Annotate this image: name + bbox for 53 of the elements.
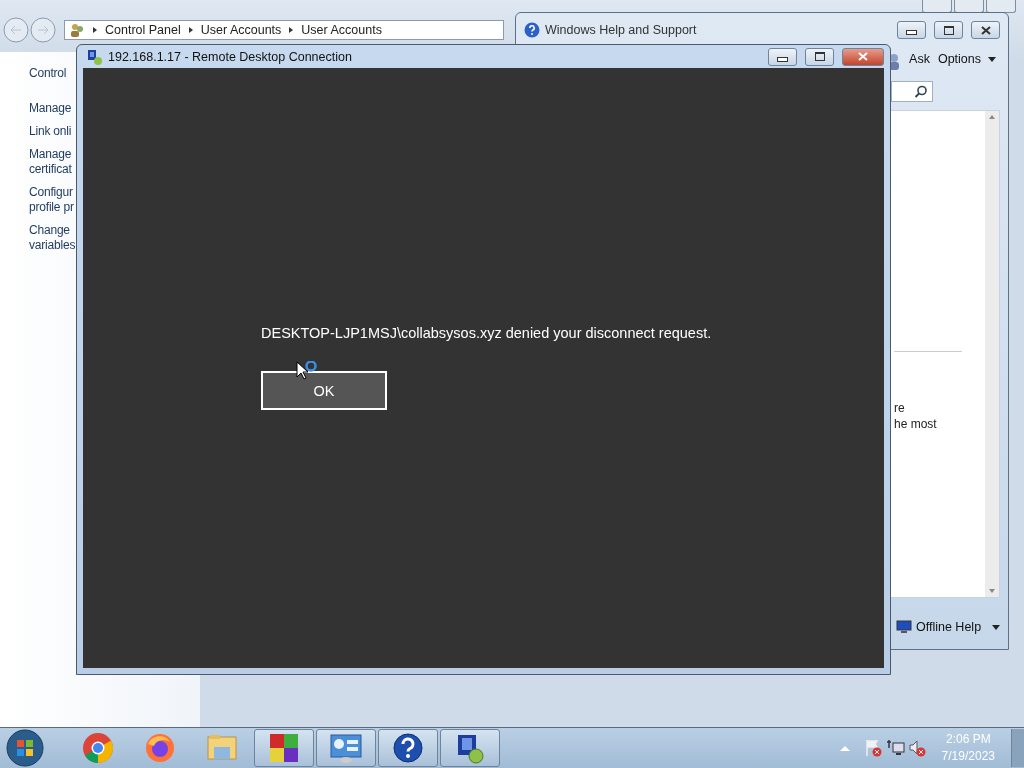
task-link[interactable]: Link onli — [29, 124, 72, 139]
search-field[interactable] — [891, 81, 933, 102]
taskbar-app-button[interactable] — [254, 729, 314, 767]
breadcrumb-link[interactable]: User Accounts — [301, 23, 382, 37]
breadcrumb-arrow-icon — [188, 27, 193, 33]
window-title: 192.168.1.17 - Remote Desktop Connection — [108, 49, 352, 64]
help-text: re — [894, 400, 906, 416]
users-icon — [69, 22, 85, 38]
monitor-icon — [896, 620, 912, 634]
minimize-button[interactable] — [897, 21, 926, 39]
options-menu[interactable]: Options — [937, 52, 996, 66]
help-icon — [392, 732, 424, 764]
help-text: he most — [894, 416, 938, 432]
tiles-icon — [268, 732, 300, 764]
maximize-button[interactable] — [934, 21, 963, 39]
breadcrumb-arrow-icon — [289, 27, 294, 33]
help-icon — [524, 22, 540, 38]
message-text: DESKTOP-LJP1MSJ\collabsysos.xyz denied your disconnect request. — [261, 325, 713, 341]
taskbar-app-button[interactable] — [440, 729, 500, 767]
search-icon — [914, 84, 928, 99]
taskbar-app-button[interactable] — [316, 729, 376, 767]
task-link[interactable]: Change variables — [29, 223, 76, 253]
maximize-button[interactable] — [805, 47, 834, 66]
clock-date: 7/19/2023 — [941, 748, 995, 765]
flag-error-icon[interactable] — [863, 738, 884, 758]
control-panel-icon — [329, 732, 363, 764]
clock-time: 2:06 PM — [945, 731, 991, 748]
browser-icon — [82, 732, 114, 764]
scrollbar[interactable] — [985, 111, 999, 597]
start-button[interactable] — [6, 729, 44, 767]
breadcrumb-arrow-icon — [93, 27, 97, 33]
close-icon — [980, 25, 991, 35]
breadcrumb-link[interactable]: Control Panel — [105, 23, 181, 37]
folder-icon — [206, 733, 238, 763]
close-icon — [858, 52, 868, 61]
offline-help-menu[interactable]: Offline Help — [896, 620, 1001, 634]
ok-button[interactable]: OK — [261, 371, 387, 410]
breadcrumb-link[interactable]: User Accounts — [200, 23, 282, 37]
remote-desktop-icon — [87, 48, 103, 65]
close-button[interactable] — [971, 21, 1000, 39]
close-button[interactable] — [842, 47, 884, 66]
network-icon[interactable] — [885, 738, 906, 758]
window-title: Windows Help and Support — [545, 23, 697, 37]
taskbar-app-button[interactable] — [378, 729, 438, 767]
task-link[interactable]: Manage — [29, 101, 72, 116]
browser-icon — [144, 732, 176, 764]
ask-button[interactable]: Ask — [909, 52, 930, 66]
task-link[interactable]: Control — [29, 66, 67, 81]
task-link[interactable]: Configur profile pr — [29, 185, 74, 215]
speaker-muted-icon[interactable] — [907, 738, 928, 758]
address-bar[interactable]: Control Panel User Accounts User Accounts — [64, 20, 504, 40]
task-link[interactable]: Manage certificat — [29, 147, 72, 177]
minimize-button[interactable] — [768, 47, 797, 66]
